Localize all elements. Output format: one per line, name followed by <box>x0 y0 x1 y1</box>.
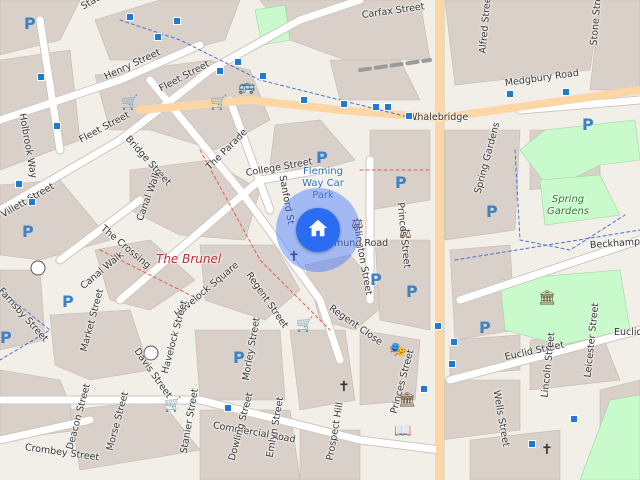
bus-stop-icon[interactable] <box>448 360 456 368</box>
bus-stop-icon[interactable] <box>506 90 514 98</box>
bus-stop-icon[interactable] <box>173 17 181 25</box>
bus-stop-icon[interactable] <box>259 72 267 80</box>
bus-stop-icon[interactable] <box>15 180 23 188</box>
church-icon[interactable]: ✝ <box>541 443 553 457</box>
street-label-euclid-1: Euclid <box>614 327 640 338</box>
place-label-brunel: The Brunel <box>156 252 222 266</box>
bus-stop-icon[interactable] <box>420 385 428 393</box>
bus-stop-icon[interactable] <box>562 88 570 96</box>
bus-stop-icon[interactable] <box>384 103 392 111</box>
shop-icon[interactable]: 🛒 <box>210 96 227 110</box>
courthouse-icon[interactable]: ⚖ <box>399 227 412 241</box>
shop-icon[interactable]: 🛒 <box>296 318 313 332</box>
bus-stop-icon[interactable] <box>126 13 134 21</box>
church-icon[interactable]: ✝ <box>338 380 350 394</box>
bus-stop-icon[interactable] <box>570 415 578 423</box>
bus-stop-icon[interactable] <box>154 33 162 41</box>
bus-stop-icon[interactable] <box>28 198 36 206</box>
parking-icon[interactable]: P <box>62 294 74 310</box>
street-label-whalebridge: Whalebridge <box>408 112 469 123</box>
home-icon <box>307 217 329 243</box>
bus-stop-icon[interactable] <box>434 322 442 330</box>
parking-icon[interactable]: P <box>479 320 491 336</box>
place-label-spring-gardens: Spring Gardens <box>546 194 590 217</box>
shop-icon[interactable]: 🛒 <box>164 398 181 412</box>
bus-stop-icon[interactable] <box>53 122 61 130</box>
bus-stop-icon[interactable] <box>216 67 224 75</box>
bus-stop-icon[interactable] <box>300 96 308 104</box>
parking-icon[interactable]: P <box>406 284 418 300</box>
bus-stop-icon[interactable] <box>372 103 380 111</box>
bus-stop-icon[interactable] <box>450 338 458 346</box>
bus-stop-icon[interactable] <box>528 440 536 448</box>
parking-icon[interactable]: P <box>486 204 498 220</box>
parking-icon[interactable]: P <box>582 117 594 133</box>
parking-icon[interactable]: P <box>395 175 407 191</box>
parking-icon[interactable]: P <box>24 16 36 32</box>
bus-stop-icon[interactable] <box>340 100 348 108</box>
theatre-icon[interactable]: 🎭 <box>389 343 406 357</box>
bus-stop-icon[interactable] <box>224 404 232 412</box>
bus-stop-icon[interactable] <box>37 73 45 81</box>
parking-icon[interactable]: P <box>22 224 34 240</box>
parking-icon[interactable]: P <box>316 150 328 166</box>
shop-icon[interactable]: 🛒 <box>121 96 138 110</box>
location-marker[interactable] <box>296 208 340 252</box>
bus-stop-icon[interactable] <box>234 58 242 66</box>
library-icon[interactable]: 📖 <box>394 424 411 438</box>
parking-icon[interactable]: P <box>233 350 245 366</box>
museum-icon[interactable]: 🏛 <box>398 393 416 407</box>
parking-icon[interactable]: P <box>0 330 12 346</box>
bus-stop-icon[interactable] <box>405 112 413 120</box>
parking-icon[interactable]: P <box>370 272 382 288</box>
museum-icon[interactable]: 🏛 <box>538 291 556 305</box>
bus-station-icon[interactable]: 🚌 <box>238 80 255 94</box>
